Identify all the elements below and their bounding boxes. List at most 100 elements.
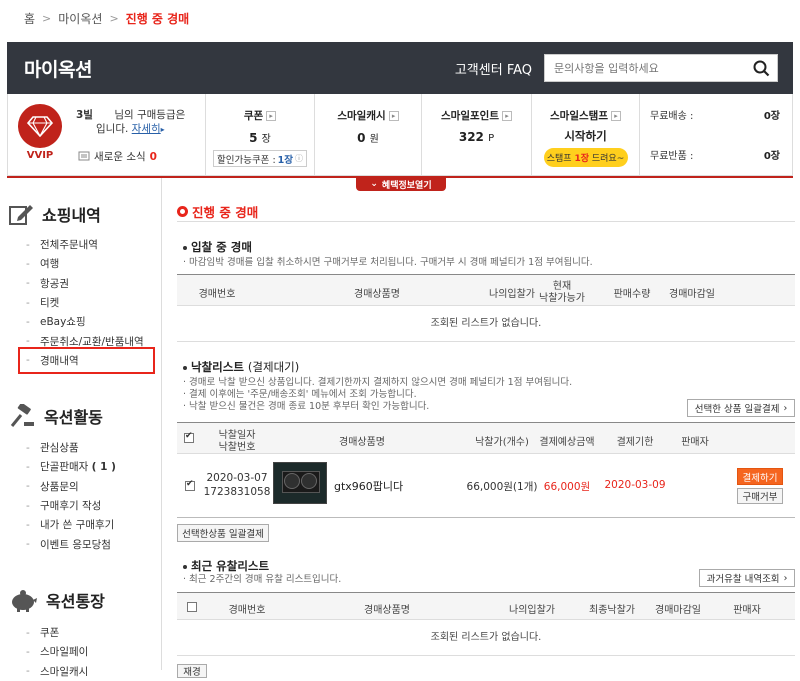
pay-button[interactable]: 결제하기 <box>737 468 783 485</box>
news-link[interactable]: 새로운 소식 0 <box>78 149 157 164</box>
col-header: 경매마감일 <box>669 289 715 300</box>
product-name-link[interactable]: gtx960팝니다 <box>334 478 403 494</box>
chevron-right-icon: › <box>783 402 788 414</box>
select-all-checkbox[interactable] <box>185 602 199 615</box>
col-header: 낙찰가능가 <box>539 293 585 304</box>
sidebar-item-label: 전체주문내역 <box>40 239 98 252</box>
table-row: 2020-03-07 1723831058 gtx960팝니다 66,000원(… <box>177 454 795 518</box>
sidebar-item[interactable]: - 전체주문내역 <box>26 235 144 254</box>
cash-value: 0 <box>357 131 366 145</box>
cash-label: 스마일캐시 <box>337 110 386 122</box>
col-header: 나의입찰가 <box>509 605 555 616</box>
smile-stamp-stat[interactable]: 스마일스탬프 ▸ 시작하기 스탬프 1장 드려요~ <box>532 94 640 175</box>
col-header: 경매번호 <box>198 289 236 300</box>
search-icon[interactable] <box>745 55 777 81</box>
seller-count: ( 1 ) <box>91 460 116 473</box>
bulk-pay-label: 선택한 상품 일괄결제 <box>694 404 780 415</box>
sidebar-section-activity: 옥션활동 <box>8 404 103 428</box>
news-count: 0 <box>149 150 157 163</box>
breadcrumb-current: 진행 중 경매 <box>125 11 190 26</box>
won-title: 낙찰리스트 (결제대기) <box>183 359 299 375</box>
stamp-pill[interactable]: 스탬프 1장 드려요~ <box>543 148 628 167</box>
sidebar-item-label: 구매후기 작성 <box>40 500 102 513</box>
sidebar-item-label: 쿠폰 <box>40 627 60 640</box>
bulk-pay-button[interactable]: 선택한 상품 일괄결제 › <box>687 399 795 417</box>
discount-coupon-label: 할인가능쿠폰 : <box>216 154 276 166</box>
benefit-toggle-label: 혜택정보열기 <box>381 180 432 191</box>
coupon-label: 쿠폰 <box>243 110 264 122</box>
faq-link[interactable]: 고객센터 FAQ <box>455 59 532 78</box>
select-all-checkbox[interactable] <box>182 431 196 446</box>
sidebar-item-label: 내가 쓴 구매후기 <box>40 519 115 532</box>
chevron-right-icon: › <box>783 572 788 584</box>
smile-cash-stat[interactable]: 스마일캐시 ▸ 0 원 <box>315 94 422 175</box>
benefit-toggle-button[interactable]: ⌄ 혜택정보열기 <box>356 177 446 191</box>
won-note: · 경매로 낙찰 받으신 상품입니다. 결제기한까지 결제하지 않으시면 경매 … <box>183 377 573 388</box>
discount-coupon-box[interactable]: 할인가능쿠폰 : 1장 ⓘ <box>213 150 307 167</box>
news-icon <box>78 151 90 161</box>
refuse-button[interactable]: 구매거부 <box>737 488 783 504</box>
failed-history-button[interactable]: 과거유찰 내역조회 › <box>699 569 795 587</box>
stamp-pill-a: 스탬프 <box>546 154 572 164</box>
sidebar-item[interactable]: - 여행 <box>26 254 144 273</box>
sidebar-item-label: 항공권 <box>40 277 69 290</box>
news-label: 새로운 소식 <box>94 151 146 163</box>
free-return-row[interactable]: 무료반품 : 0장 <box>650 147 780 162</box>
sidebar-item[interactable]: - eBay쇼핑 <box>26 312 144 331</box>
failed-history-label: 과거유찰 내역조회 <box>706 574 780 585</box>
sidebar-item[interactable]: - 항공권 <box>26 274 144 293</box>
breadcrumb-home[interactable]: 홈 <box>24 10 35 27</box>
bulk-pay-bottom-button[interactable]: 선택한상품 일괄결제 <box>177 524 269 542</box>
chevron-right-icon: ▸ <box>388 110 399 121</box>
sidebar-section-shopping: 쇼핑내역 <box>8 202 101 226</box>
col-header: 경매상품명 <box>364 605 410 616</box>
failed-title: 최근 유찰리스트 <box>183 558 269 574</box>
sidebar-item[interactable]: - 관심상품 <box>26 438 116 457</box>
col-header: 낙찰가(개수) <box>475 437 529 448</box>
sidebar-item[interactable]: - 스마일캐시 <box>26 662 88 681</box>
grade-label: VVIP <box>26 150 54 161</box>
member-summary: VVIP 3빌 님의 구매등급은 입니다. 자세히▸ 새로운 소식 0 쿠폰 ▸ … <box>7 94 793 176</box>
breadcrumb-parent[interactable]: 마이옥션 <box>58 10 102 27</box>
free-vouchers: 무료배송 : 0장 무료반품 : 0장 <box>640 94 790 175</box>
sidebar-item[interactable]: - 이벤트 응모당첨 <box>26 534 116 553</box>
relist-button[interactable]: 재경 <box>177 664 207 678</box>
won-notes: · 경매로 낙찰 받으신 상품입니다. 결제기한까지 결제하지 않으시면 경매 … <box>183 377 572 413</box>
cash-unit: 원 <box>369 134 379 145</box>
chevron-down-icon: ⌄ <box>370 179 378 189</box>
failed-empty-message: 조회된 리스트가 없습니다. <box>177 620 795 656</box>
sidebar-item[interactable]: - 내가 쓴 구매후기 <box>26 515 116 534</box>
col-header: 낙찰번호 <box>218 442 256 453</box>
free-shipping-value: 0장 <box>763 111 780 122</box>
sidebar-item[interactable]: - 구매후기 작성 <box>26 496 116 515</box>
expected-amount: 66,000원 <box>543 481 591 493</box>
free-shipping-row[interactable]: 무료배송 : 0장 <box>650 107 780 122</box>
sidebar-item[interactable]: - 티켓 <box>26 293 144 312</box>
product-thumbnail[interactable] <box>273 462 327 504</box>
stamp-value: 시작하기 <box>564 129 607 143</box>
won-note: · 낙찰 받으신 물건은 경매 종료 10분 후부터 확인 가능합니다. <box>183 401 430 412</box>
coupon-stat[interactable]: 쿠폰 ▸ 5 장 할인가능쿠폰 : 1장 ⓘ <box>206 94 315 175</box>
grade-line2: 입니다. <box>96 123 129 135</box>
won-number: 1723831058 <box>203 486 271 498</box>
sidebar-item[interactable]: - 단골판매자 ( 1 ) <box>26 457 116 476</box>
failed-note: · 최근 2주간의 경매 유찰 리스트입니다. <box>183 574 342 585</box>
smile-point-stat[interactable]: 스마일포인트 ▸ 322 P <box>422 94 532 175</box>
sidebar-item[interactable]: - 쿠폰 <box>26 623 88 642</box>
col-header: 경매마감일 <box>655 605 701 616</box>
sidebar-item[interactable]: - 상품문의 <box>26 477 116 496</box>
sidebar-title-account: 옥션통장 <box>46 592 105 611</box>
search-input[interactable] <box>554 61 745 75</box>
faq-search <box>544 54 778 82</box>
member-grade: VVIP 3빌 님의 구매등급은 입니다. 자세히▸ 새로운 소식 0 <box>8 94 206 175</box>
sidebar-item[interactable]: - 스마일페이 <box>26 642 88 661</box>
section-title-text: 진행 중 경매 <box>192 205 259 220</box>
stamp-pill-c: 드려요~ <box>591 154 625 164</box>
section-title: 진행 중 경매 <box>177 202 258 221</box>
grade-detail-link[interactable]: 자세히 <box>132 123 161 135</box>
sidebar-item-label: 이벤트 응모당첨 <box>40 538 111 551</box>
col-header: 결제예상금액 <box>539 437 595 448</box>
row-checkbox[interactable] <box>185 479 195 494</box>
col-header: 판매자 <box>733 605 761 616</box>
page-title[interactable]: 마이옥션 <box>24 55 92 82</box>
